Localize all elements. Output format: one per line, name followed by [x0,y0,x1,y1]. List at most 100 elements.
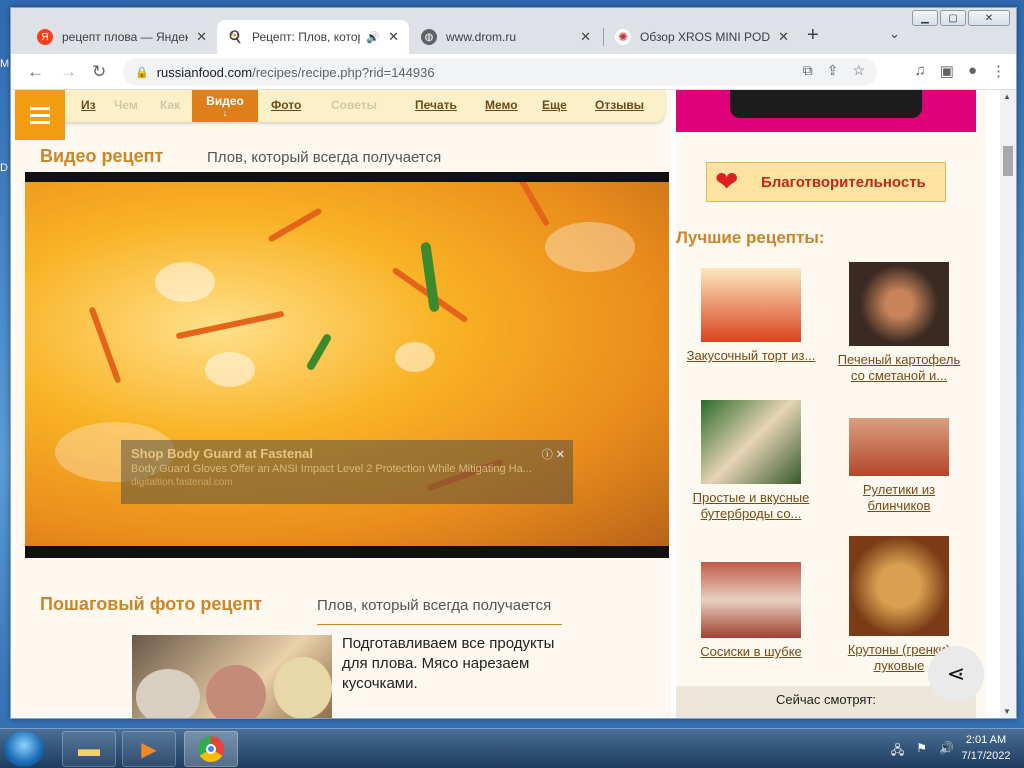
plate [274,657,332,718]
step-description: Подготавливаем все продукты для плова. М… [342,635,555,692]
bubble [155,262,215,302]
heart-hands-icon: ❤ [715,166,739,197]
nav-item[interactable]: Еще [542,98,567,112]
video-player[interactable]: Shop Body Guard at Fastenal Body Guard G… [25,172,669,558]
scrollbar-thumb[interactable] [1003,146,1013,176]
reload-icon[interactable]: ↻ [92,62,106,82]
step-photo[interactable] [132,635,332,718]
tab-xros[interactable]: ✺ Обзор XROS MINI POD ✕ [605,20,799,54]
carrot-strip [88,306,122,384]
translate-icon[interactable]: ⧉ [803,62,813,79]
audio-playing-icon[interactable]: 🔊 [366,31,380,44]
media-player-icon: ▶ [141,738,157,761]
desktop-icon-fragment[interactable]: D [0,162,8,174]
minimize-button[interactable]: ▁ [912,10,938,26]
recipe-card[interactable]: Закусочный торт из... [686,268,816,364]
recipe-thumbnail [701,400,801,484]
nav-item[interactable]: Отзывы [595,98,644,112]
nav-item[interactable]: Из [81,98,96,112]
main-column: Из Чем Как Видео ↓ Фото Советы Печать Мем… [15,90,671,718]
recipe-card[interactable]: Сосиски в шубке [686,562,816,660]
side-panel-icon[interactable]: ▣ [940,62,954,80]
carrot-strip [175,310,285,340]
chrome-icon [198,736,224,762]
bookmark-star-icon[interactable]: ☆ [852,62,865,79]
recipe-thumbnail [849,262,949,346]
chili-pepper [305,332,333,372]
back-icon[interactable]: ← [27,62,44,82]
taskbar-media-player[interactable]: ▶ [122,731,176,767]
tab-title: www.drom.ru [446,30,517,44]
tab-recipe[interactable]: 🍳 Рецепт: Плов, который 🔊 ✕ [217,20,409,54]
tab-title: Обзор XROS MINI POD [640,30,771,44]
charity-label: Благотворительность [761,173,926,191]
lock-icon[interactable]: 🔒 [135,66,149,79]
video-ad-overlay[interactable]: Shop Body Guard at Fastenal Body Guard G… [121,440,573,504]
menu-kebab-icon[interactable]: ⋮ [991,62,1006,80]
address-bar[interactable]: 🔒 russianfood.com/recipes/recipe.php?rid… [123,58,877,86]
recipe-link[interactable]: Печеный картофель со сметаной и... [834,352,964,384]
close-tab-icon[interactable]: ✕ [388,29,399,45]
tab-yandex[interactable]: Я рецепт плова — Яндекс ✕ [27,20,217,54]
profile-avatar-icon[interactable]: ● [968,62,977,80]
best-recipes-title: Лучшие рецепты: [676,228,825,247]
nav-item: Чем [114,98,138,112]
recipe-nav-bar: Из Чем Как Видео ↓ Фото Советы Печать Мем… [15,90,665,122]
tab-title: рецепт плова — Яндекс [62,30,189,44]
new-tab-icon[interactable]: + [807,24,819,47]
url-path: /recipes/recipe.php?rid=144936 [252,64,435,80]
recipe-link[interactable]: Закусочный торт из... [686,348,816,364]
close-tab-icon[interactable]: ✕ [778,29,789,45]
scroll-down-icon[interactable]: ▼ [1003,707,1011,716]
maximize-button[interactable]: ▢ [940,10,966,26]
close-tab-icon[interactable]: ✕ [196,29,207,45]
nav-item: Как [160,98,181,112]
charity-banner[interactable]: ❤ Благотворительность [706,162,946,202]
nav-item[interactable]: Фото [271,98,301,112]
browser-toolbar: ← → ↻ 🔒 russianfood.com/recipes/recipe.p… [11,54,1016,90]
down-arrow-icon: ↓ [222,108,228,118]
system-tray: 🖧 ⚑ 🔊 [891,741,954,762]
share-icon[interactable]: ⋖ [928,646,984,702]
desktop-icon-fragment[interactable]: M [0,58,9,70]
tab-drom[interactable]: ◍ www.drom.ru ✕ [411,20,601,54]
recipe-link[interactable]: Простые и вкусные бутерброды со... [686,490,816,522]
recipe-card[interactable]: Простые и вкусные бутерброды со... [686,400,816,522]
ad-headline[interactable]: Shop Body Guard at Fastenal [131,446,563,461]
taskbar-chrome[interactable] [184,731,238,767]
nav-item[interactable]: Мемо [485,98,518,112]
window-controls: ▁ ▢ ✕ [912,10,1010,26]
recipe-card[interactable]: Рулетики из блинчиков [834,418,964,514]
close-tab-icon[interactable]: ✕ [580,29,591,45]
recipe-link[interactable]: Сосиски в шубке [686,644,816,660]
taskbar-explorer[interactable]: ▬ [62,731,116,767]
omnibox-actions: ⧉ ⇪ ☆ [803,62,865,79]
video-section-subtitle: Плов, который всегда получается [207,149,442,166]
chevron-down-icon[interactable]: ⌄ [889,26,900,42]
recipe-card[interactable]: Печеный картофель со сметаной и... [834,262,964,384]
taskbar-clock[interactable]: 2:01 AM 7/17/2022 [956,732,1016,764]
page-scrollbar[interactable]: ▲ ▼ [1000,90,1016,718]
top-banner-ad[interactable] [676,90,976,132]
globe-icon: ◍ [421,29,437,45]
recipe-link[interactable]: Рулетики из блинчиков [834,482,964,514]
nav-item[interactable]: Печать [415,98,457,112]
start-button[interactable] [4,731,44,767]
clock-date: 7/17/2022 [961,750,1011,762]
taskbar: ▬ ▶ 🖧 ⚑ 🔊 2:01 AM 7/17/2022 [0,728,1024,768]
nav-item-video[interactable]: Видео ↓ [192,90,258,122]
hamburger-menu-icon[interactable] [15,90,65,140]
network-icon[interactable]: 🖧 [891,741,904,762]
share-page-icon[interactable]: ⇪ [827,62,839,79]
media-controls-icon[interactable]: ♫ [915,62,926,80]
volume-icon[interactable]: 🔊 [939,741,954,762]
ad-source: digitaltion.fastenal.com [131,477,233,488]
url-text: russianfood.com/recipes/recipe.php?rid=1… [157,65,435,80]
forward-icon[interactable]: → [60,62,77,82]
ad-close-icon[interactable]: ⓘ ✕ [542,446,565,462]
bubble [545,222,635,272]
close-window-button[interactable]: ✕ [968,10,1010,26]
flag-icon[interactable]: ⚑ [916,741,927,762]
browser-window: ▁ ▢ ✕ Я рецепт плова — Яндекс ✕ 🍳 Рецепт… [10,7,1017,719]
scroll-up-icon[interactable]: ▲ [1003,92,1011,101]
